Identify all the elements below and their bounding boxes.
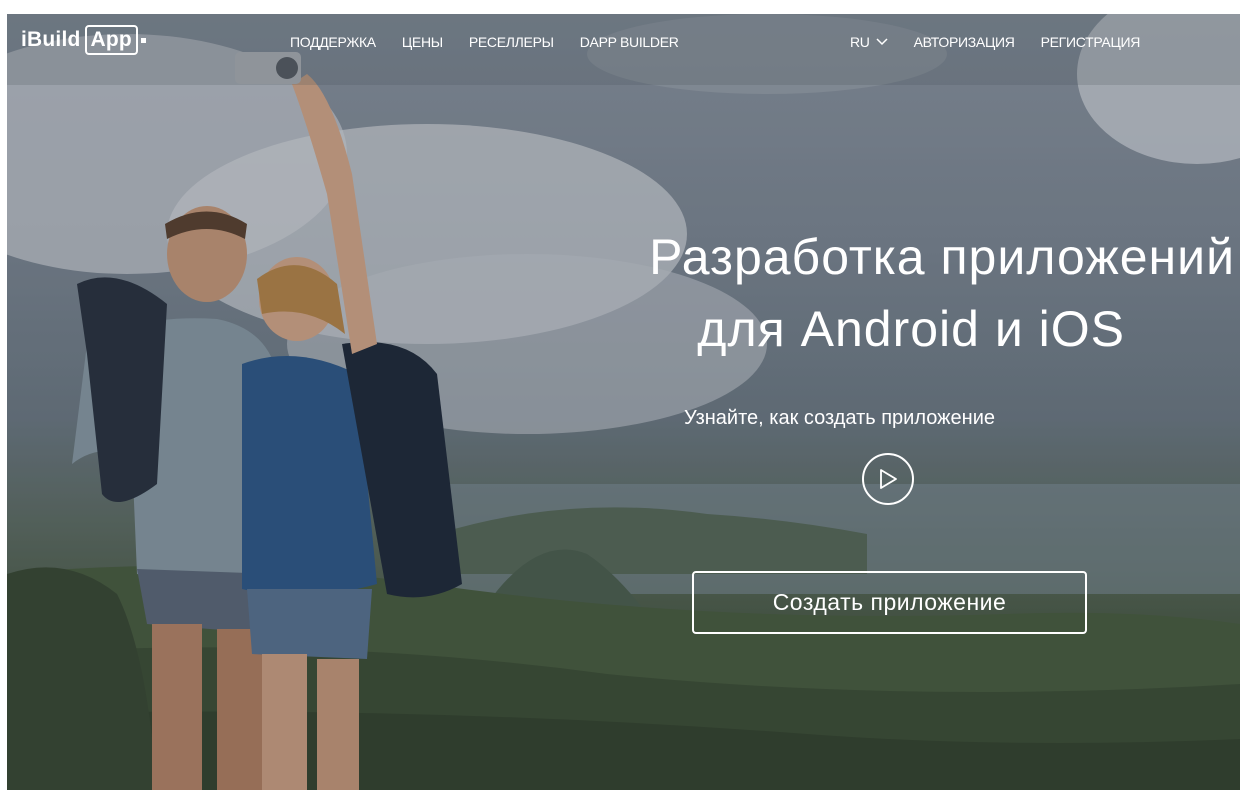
top-navigation-bar: iBuild App ПОДДЕРЖКА ЦЕНЫ РЕСЕЛЛЕРЫ DAPP… xyxy=(7,14,1240,85)
hero-subtitle[interactable]: Узнайте, как создать приложение xyxy=(684,407,995,430)
login-link[interactable]: АВТОРИЗАЦИЯ xyxy=(914,34,1015,50)
hero-title-line-2: для Android и iOS xyxy=(697,301,1125,357)
hero-overlay xyxy=(7,14,1240,790)
play-icon xyxy=(880,469,897,489)
page: iBuild App ПОДДЕРЖКА ЦЕНЫ РЕСЕЛЛЕРЫ DAPP… xyxy=(0,0,1247,794)
chevron-down-icon xyxy=(876,38,888,46)
play-video-button[interactable] xyxy=(862,453,914,505)
account-nav: RU АВТОРИЗАЦИЯ РЕГИСТРАЦИЯ xyxy=(850,34,1140,50)
language-label: RU xyxy=(850,34,870,50)
hero-title-line-1: Разработка приложений xyxy=(649,229,1235,285)
logo-app-box: App xyxy=(84,25,138,55)
main-nav: ПОДДЕРЖКА ЦЕНЫ РЕСЕЛЛЕРЫ DAPP BUILDER xyxy=(290,34,679,50)
nav-dapp-builder-link[interactable]: DAPP BUILDER xyxy=(580,34,679,50)
register-link[interactable]: РЕГИСТРАЦИЯ xyxy=(1041,34,1141,50)
create-app-button[interactable]: Создать приложение xyxy=(692,571,1087,634)
brand-logo[interactable]: iBuild App xyxy=(21,24,146,56)
language-selector[interactable]: RU xyxy=(850,34,888,50)
nav-support-link[interactable]: ПОДДЕРЖКА xyxy=(290,34,376,50)
hero-title: Разработка приложений для Android и iOS xyxy=(495,232,1235,354)
hero-section: iBuild App ПОДДЕРЖКА ЦЕНЫ РЕСЕЛЛЕРЫ DAPP… xyxy=(7,14,1240,790)
logo-dot xyxy=(140,37,146,43)
nav-prices-link[interactable]: ЦЕНЫ xyxy=(402,34,443,50)
nav-resellers-link[interactable]: РЕСЕЛЛЕРЫ xyxy=(469,34,554,50)
logo-text: iBuild xyxy=(21,28,81,51)
